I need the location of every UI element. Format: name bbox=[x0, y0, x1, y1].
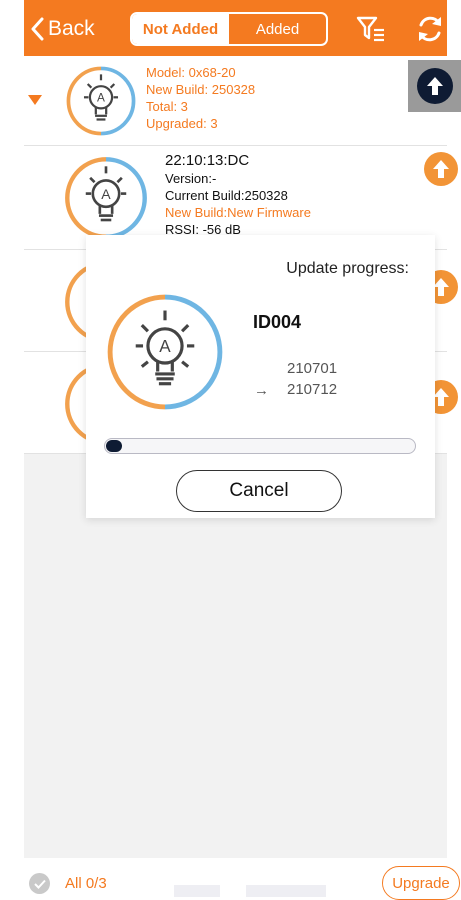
update-progress-dialog: Update progress: A ID004 210701 → 210712… bbox=[86, 235, 435, 518]
faded-graphic bbox=[246, 885, 326, 897]
new-build-text: New Build:New Firmware bbox=[165, 205, 311, 220]
refresh-icon[interactable] bbox=[415, 14, 445, 44]
svg-text:A: A bbox=[97, 91, 105, 105]
upload-icon bbox=[417, 68, 453, 104]
current-build-text: Current Build:250328 bbox=[165, 188, 288, 203]
arrow-icon: → bbox=[254, 382, 269, 399]
new-build-text: New Build: 250328 bbox=[146, 82, 256, 97]
device-info: Model: 0x68-20 New Build: 250328 Total: … bbox=[146, 64, 255, 132]
dialog-title: Update progress: bbox=[286, 260, 409, 277]
progress-fill bbox=[106, 440, 122, 452]
back-label: Back bbox=[48, 17, 95, 40]
select-all-checkbox[interactable] bbox=[29, 873, 50, 894]
svg-text:A: A bbox=[101, 186, 111, 202]
upload-button-selected[interactable] bbox=[408, 60, 461, 112]
select-all-label[interactable]: All 0/3 bbox=[65, 875, 107, 892]
progress-bar bbox=[104, 438, 416, 454]
upgraded-text: Upgraded: 3 bbox=[146, 116, 218, 131]
back-button[interactable]: Back bbox=[30, 12, 95, 46]
device-name: 22:10:13:DC bbox=[165, 152, 250, 169]
cancel-button[interactable]: Cancel bbox=[176, 470, 342, 512]
to-version: 210712 bbox=[287, 381, 338, 398]
light-bulb-icon: A bbox=[107, 294, 223, 410]
light-bulb-icon: A bbox=[66, 66, 136, 136]
total-text: Total: 3 bbox=[146, 99, 188, 114]
upgrade-button[interactable]: Upgrade bbox=[382, 866, 460, 900]
version-text: Version:- bbox=[165, 171, 217, 186]
device-id: ID004 bbox=[253, 312, 302, 332]
svg-text:A: A bbox=[159, 337, 171, 356]
filter-icon[interactable] bbox=[355, 14, 387, 44]
checkmark-icon bbox=[33, 879, 46, 889]
expand-triangle-icon[interactable] bbox=[28, 95, 42, 105]
bottom-bar: All 0/3 Upgrade bbox=[24, 858, 460, 900]
tab-not-added[interactable]: Not Added bbox=[132, 14, 229, 44]
model-text: Model: 0x68-20 bbox=[146, 65, 236, 80]
faded-graphic bbox=[174, 885, 220, 897]
tab-added[interactable]: Added bbox=[229, 14, 326, 44]
light-bulb-icon: A bbox=[65, 157, 147, 239]
top-bar: Back Not Added Added bbox=[24, 0, 447, 56]
segmented-control: Not Added Added bbox=[130, 12, 328, 46]
device-group-row[interactable]: A Model: 0x68-20 New Build: 250328 Total… bbox=[24, 56, 461, 146]
upload-button[interactable] bbox=[424, 152, 458, 186]
device-info: 22:10:13:DC Version:- Current Build:2503… bbox=[165, 151, 311, 238]
from-version: 210701 bbox=[287, 360, 338, 377]
chevron-left-icon bbox=[31, 17, 44, 41]
upload-icon bbox=[433, 160, 449, 178]
